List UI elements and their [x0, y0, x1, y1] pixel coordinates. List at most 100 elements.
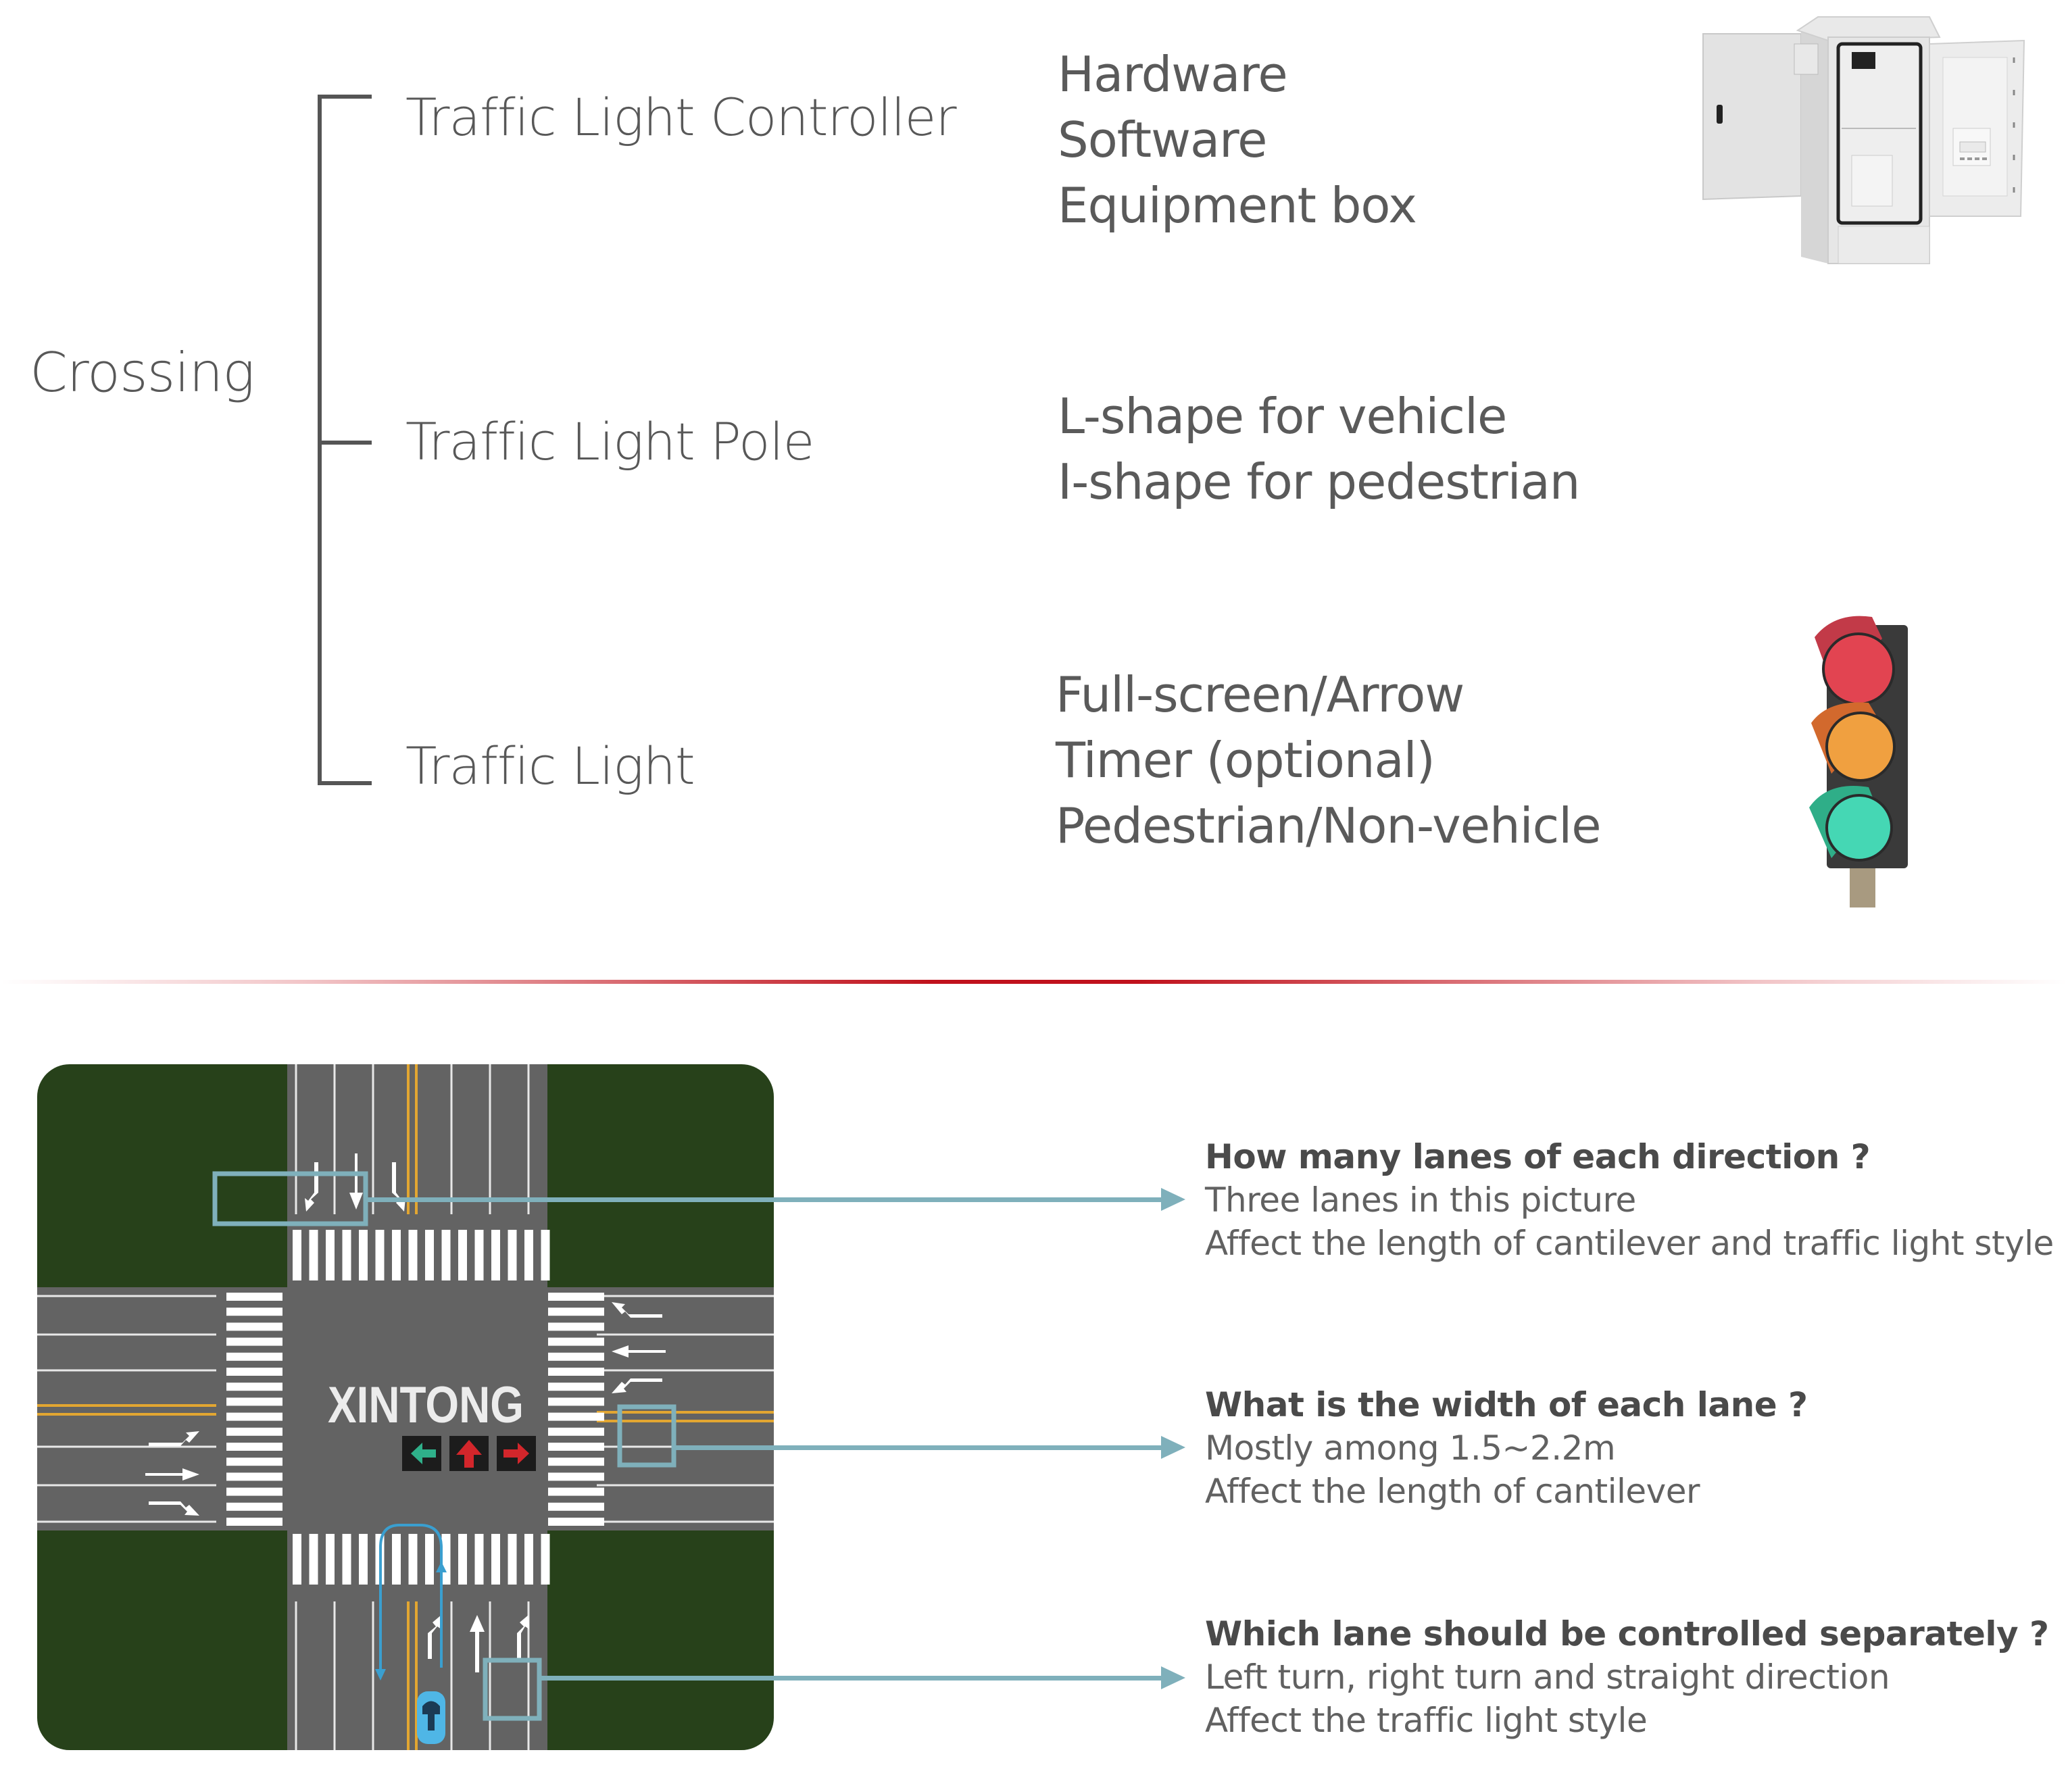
crosswalk-stripe	[226, 1412, 282, 1421]
crosswalk-stripe	[226, 1383, 282, 1391]
tree-bracket-vertical	[318, 95, 322, 785]
detail-item: L-shape for vehicle	[1058, 388, 1507, 445]
question-title: How many lanes of each direction ?	[1205, 1137, 1871, 1176]
car-icon	[417, 1691, 445, 1744]
branch-label-controller: Traffic Light Controller	[405, 87, 957, 147]
callout-line-1	[366, 1197, 1164, 1202]
crosswalk-stripe	[359, 1230, 368, 1280]
signal-arrow-up-icon	[449, 1436, 489, 1471]
crosswalk-stripe	[548, 1308, 604, 1316]
crosswalk-stripe	[508, 1230, 517, 1280]
crosswalk-stripe	[474, 1230, 484, 1280]
crosswalk-stripe	[548, 1443, 604, 1451]
crosswalk-stripe	[226, 1293, 282, 1301]
crosswalk-stripe	[342, 1534, 351, 1585]
question-block-width: What is the width of each lane ? Mostly …	[1205, 1383, 1808, 1513]
intersection-drawing: XINTONG	[37, 1064, 774, 1750]
crosswalk-stripe	[441, 1230, 451, 1280]
crosswalk-stripe	[548, 1502, 604, 1511]
question-title: What is the width of each lane ?	[1205, 1385, 1808, 1424]
details-controller: Hardware Software Equipment box	[1058, 42, 1417, 239]
detail-item: Pedestrian/Non-vehicle	[1056, 797, 1602, 854]
crosswalk-stripe	[226, 1518, 282, 1526]
crosswalk-stripe	[548, 1518, 604, 1526]
crosswalk-stripe	[375, 1230, 385, 1280]
crosswalk-stripe	[548, 1383, 604, 1391]
crosswalk-stripe	[392, 1230, 401, 1280]
signal-arrow-right-icon	[497, 1436, 536, 1471]
tree-bracket-tick-3	[318, 781, 372, 785]
question-note: Affect the length of cantilever	[1205, 1472, 1700, 1511]
crosswalk-stripe	[226, 1487, 282, 1496]
cabinet-display	[1852, 52, 1875, 69]
crosswalk-stripe	[425, 1230, 434, 1280]
crosswalk-stripe	[548, 1427, 604, 1436]
detail-item: I-shape for pedestrian	[1058, 453, 1580, 510]
crosswalk-stripe	[474, 1534, 484, 1585]
crosswalk-stripe	[309, 1230, 318, 1280]
cabinet-door-handle-icon	[1717, 105, 1723, 124]
crosswalk-stripe	[226, 1308, 282, 1316]
crosswalk-stripe	[548, 1472, 604, 1481]
crosswalk-stripe	[359, 1534, 368, 1585]
crosswalk-stripe	[226, 1397, 282, 1406]
crosswalk-stripe	[548, 1368, 604, 1376]
crosswalk-stripe	[541, 1534, 550, 1585]
section-divider	[0, 980, 2068, 984]
question-block-separate-control: Which lane should be controlled separate…	[1205, 1612, 2049, 1742]
crosswalk-stripe	[548, 1458, 604, 1466]
detail-item: Software	[1058, 111, 1267, 168]
crosswalk-stripe	[491, 1534, 500, 1585]
question-answer: Left turn, right turn and straight direc…	[1205, 1658, 1890, 1697]
crosswalk-stripe	[326, 1230, 335, 1280]
callout-arrow-3-icon	[1161, 1666, 1185, 1689]
branch-label-traffic-light: Traffic Light	[405, 736, 695, 796]
crosswalk-stripe	[226, 1322, 282, 1331]
crosswalk-stripe	[226, 1337, 282, 1346]
crosswalk-stripe	[458, 1534, 467, 1585]
crosswalk-stripe	[548, 1412, 604, 1421]
crosswalk-stripe	[524, 1534, 533, 1585]
crosswalk-stripe	[548, 1487, 604, 1496]
question-note: Affect the traffic light style	[1205, 1701, 1648, 1740]
cabinet-side-box	[1794, 43, 1819, 75]
crosswalk-stripe	[548, 1352, 604, 1361]
crosswalk-stripe	[226, 1472, 282, 1481]
crosswalk-stripe	[441, 1534, 451, 1585]
crosswalk-stripe	[226, 1368, 282, 1376]
detail-item: Full-screen/Arrow	[1056, 666, 1464, 723]
crosswalk-stripe	[293, 1534, 301, 1585]
crosswalk-stripe	[226, 1502, 282, 1511]
tree-bracket-tick-2	[318, 441, 372, 445]
crosswalk-stripe	[548, 1322, 604, 1331]
question-block-lanes: How many lanes of each direction ? Three…	[1205, 1135, 2054, 1265]
question-answer: Mostly among 1.5~2.2m	[1205, 1428, 1616, 1468]
tree-bracket-tick-1	[318, 95, 372, 99]
crosswalk-stripe	[548, 1397, 604, 1406]
question-note: Affect the length of cantilever and traf…	[1205, 1224, 2054, 1263]
crosswalk-stripe	[226, 1458, 282, 1466]
crosswalk-stripe	[491, 1230, 500, 1280]
crosswalk-stripe	[548, 1337, 604, 1346]
signal-arrow-left-icon	[402, 1436, 441, 1471]
question-answer: Three lanes in this picture	[1205, 1180, 1636, 1220]
detail-item: Timer (optional)	[1056, 732, 1435, 789]
root-label-crossing: Crossing	[30, 341, 255, 404]
crosswalk-stripe	[408, 1534, 418, 1585]
crosswalk-stripe	[541, 1230, 550, 1280]
crosswalk-stripe	[226, 1427, 282, 1436]
callout-arrow-1-icon	[1161, 1188, 1185, 1211]
crosswalk-stripe	[548, 1293, 604, 1301]
crosswalk-stripe	[392, 1534, 401, 1585]
crosswalk-stripe	[226, 1352, 282, 1361]
details-traffic-light: Full-screen/Arrow Timer (optional) Pedes…	[1056, 662, 1602, 859]
details-pole: L-shape for vehicle I-shape for pedestri…	[1058, 384, 1580, 515]
branch-label-pole: Traffic Light Pole	[405, 412, 814, 472]
crosswalk-stripe	[524, 1230, 533, 1280]
equipment-cabinet-image	[1702, 16, 2025, 264]
detail-item: Hardware	[1058, 46, 1288, 103]
crosswalk-stripe	[508, 1534, 517, 1585]
question-title: Which lane should be controlled separate…	[1205, 1614, 2049, 1653]
traffic-light-pole	[1850, 862, 1875, 907]
brand-text: XINTONG	[328, 1376, 524, 1434]
